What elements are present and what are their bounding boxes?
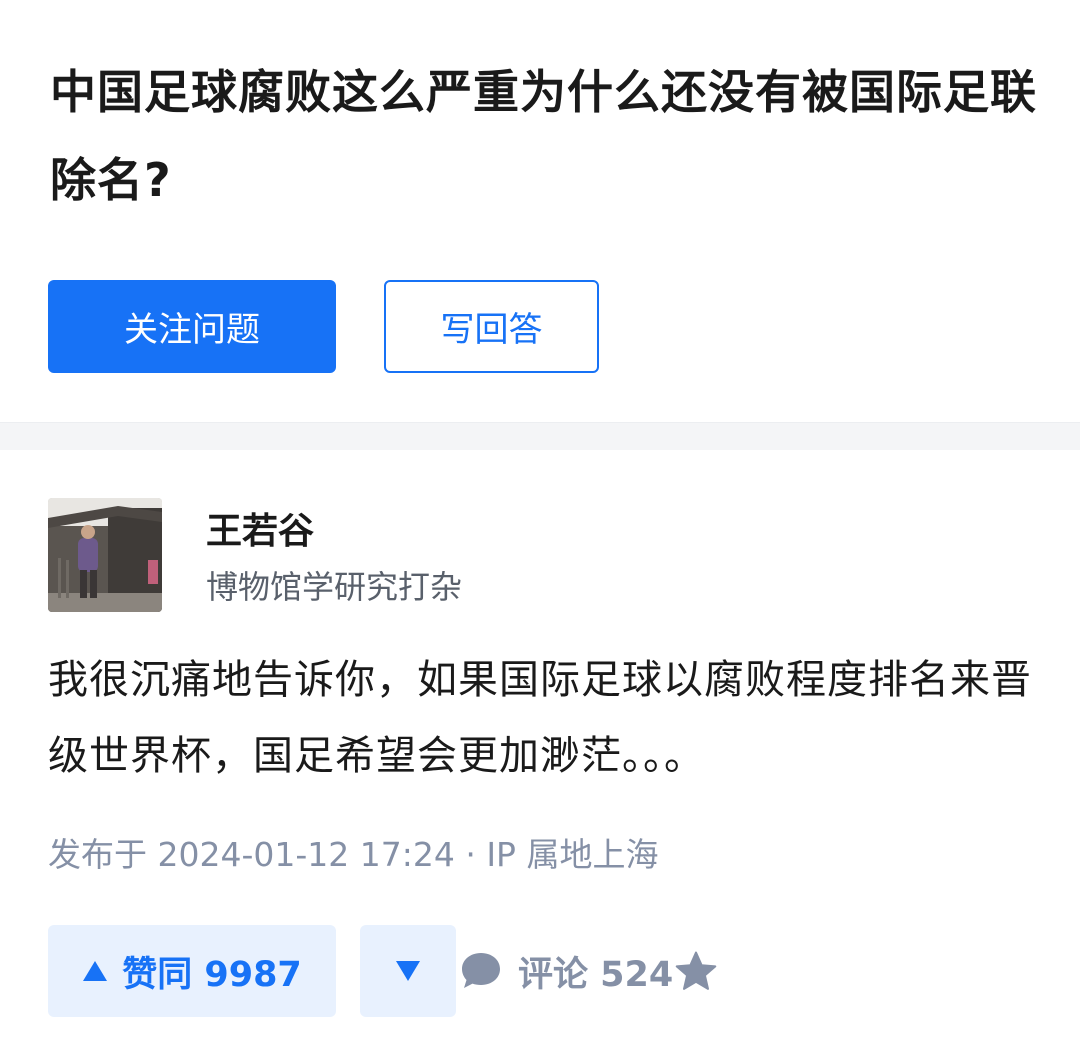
- question-title[interactable]: 中国足球腐败这么严重为什么还没有被国际足联除名?: [50, 48, 1040, 224]
- avatar-image: [48, 498, 162, 612]
- write-answer-button[interactable]: 写回答: [384, 280, 599, 373]
- comment-button[interactable]: 评论 524: [460, 925, 673, 1017]
- author-name[interactable]: 王若谷: [206, 502, 314, 554]
- upvote-button[interactable]: 赞同 9987: [48, 925, 336, 1017]
- follow-question-button[interactable]: 关注问题: [48, 280, 336, 373]
- triangle-down-icon: [396, 961, 420, 981]
- author-avatar[interactable]: [48, 498, 162, 612]
- publish-meta: 发布于 2024-01-12 17:24 · IP 属地上海: [48, 835, 659, 874]
- answer-content: 我很沉痛地告诉你，如果国际足球以腐败程度排名来晋级世界杯，国足希望会更加渺茫。。…: [48, 657, 1032, 779]
- star-icon[interactable]: [674, 950, 718, 994]
- triangle-up-icon: [83, 961, 108, 981]
- section-divider: [0, 422, 1080, 450]
- author-bio: 博物馆学研究打杂: [206, 568, 463, 606]
- question-card: 中国足球腐败这么严重为什么还没有被国际足联除名? 关注问题 写回答: [0, 0, 1080, 422]
- answer-card: 王若谷 博物馆学研究打杂 我很沉痛地告诉你，如果国际足球以腐败程度排名来晋级世界…: [0, 450, 1080, 1040]
- comment-label: 评论 524: [518, 954, 674, 995]
- comment-bubble-icon: [462, 953, 500, 988]
- upvote-label: 赞同 9987: [122, 954, 302, 995]
- downvote-button[interactable]: [360, 925, 456, 1017]
